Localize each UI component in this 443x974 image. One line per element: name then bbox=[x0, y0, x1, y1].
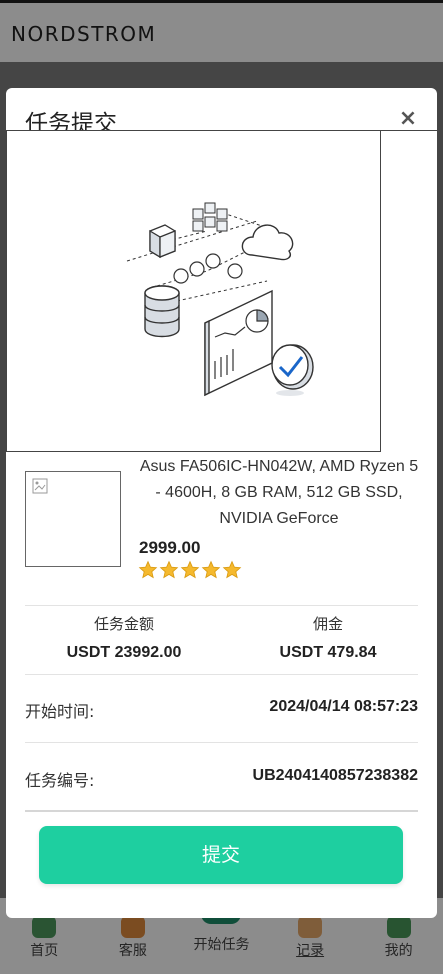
divider bbox=[25, 605, 418, 606]
divider bbox=[25, 742, 418, 743]
commission-label: 佣金 bbox=[312, 615, 343, 633]
star-icon bbox=[222, 560, 242, 579]
task-number-value: UB2404140857238382 bbox=[252, 767, 418, 784]
product-image bbox=[25, 471, 121, 567]
star-icon bbox=[201, 560, 221, 579]
product-price: 2999.00 bbox=[139, 538, 201, 557]
commission-value: USDT 479.84 bbox=[279, 644, 377, 661]
rating-stars bbox=[138, 560, 242, 580]
task-amount-label: 任务金额 bbox=[93, 615, 154, 633]
title-divider bbox=[381, 130, 437, 131]
start-time-value: 2024/04/14 08:57:23 bbox=[269, 698, 418, 715]
star-icon bbox=[180, 560, 200, 579]
submit-button[interactable]: 提交 bbox=[39, 826, 403, 884]
task-amount-value: USDT 23992.00 bbox=[66, 644, 182, 661]
start-time-label: 开始时间: bbox=[25, 702, 95, 721]
task-number-label: 任务编号: bbox=[25, 771, 95, 790]
close-icon[interactable]: × bbox=[397, 108, 419, 130]
divider bbox=[25, 674, 418, 675]
star-icon bbox=[159, 560, 179, 579]
illustration-graphic bbox=[126, 202, 314, 397]
divider bbox=[25, 810, 418, 812]
task-submit-modal: 任务提交 × Asus FA506IC-HN042W, AMD Ryzen 5 … bbox=[6, 88, 437, 918]
product-name: Asus FA506IC-HN042W, AMD Ryzen 5 - 4600H… bbox=[139, 458, 419, 527]
data-illustration bbox=[6, 130, 381, 452]
star-icon bbox=[138, 560, 158, 579]
broken-image-icon bbox=[32, 478, 48, 494]
